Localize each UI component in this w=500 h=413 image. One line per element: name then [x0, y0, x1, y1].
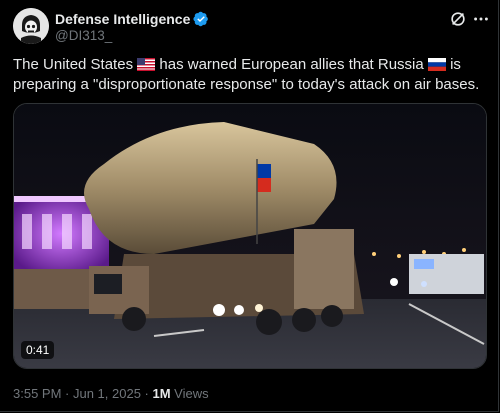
avatar[interactable] [13, 8, 49, 44]
tweet-text-part2: has warned European allies that Russia [155, 56, 428, 73]
grok-icon[interactable] [449, 10, 467, 28]
author-name-row[interactable]: Defense Intelligence [55, 10, 209, 28]
views-label: Views [170, 386, 209, 401]
us-flag-icon [137, 58, 156, 71]
tweet-meta: 3:55 PM · Jun 1, 2025 · 1M Views [13, 386, 209, 401]
tweet-text-part1: The United States [13, 56, 138, 73]
meta-separator: · [61, 386, 73, 401]
author-handle[interactable]: @DI313_ [55, 28, 112, 43]
tweet-text: The United States has warned European al… [13, 55, 487, 95]
russia-flag-icon [427, 58, 446, 71]
video-duration: 0:41 [21, 341, 55, 359]
views-count[interactable]: 1M [153, 386, 171, 401]
video-thumbnail [14, 104, 486, 368]
tweet-time[interactable]: 3:55 PM [13, 386, 61, 401]
tweet-card: Defense Intelligence @DI313_ The United … [0, 0, 499, 412]
tweet-date[interactable]: Jun 1, 2025 [73, 386, 141, 401]
video-player[interactable]: 0:41 [13, 103, 487, 369]
author-name[interactable]: Defense Intelligence [55, 11, 190, 27]
meta-separator-2: · [140, 386, 153, 401]
more-icon[interactable] [472, 10, 490, 28]
skull-helmet-avatar-icon [13, 8, 49, 44]
verified-badge-icon [193, 11, 209, 27]
